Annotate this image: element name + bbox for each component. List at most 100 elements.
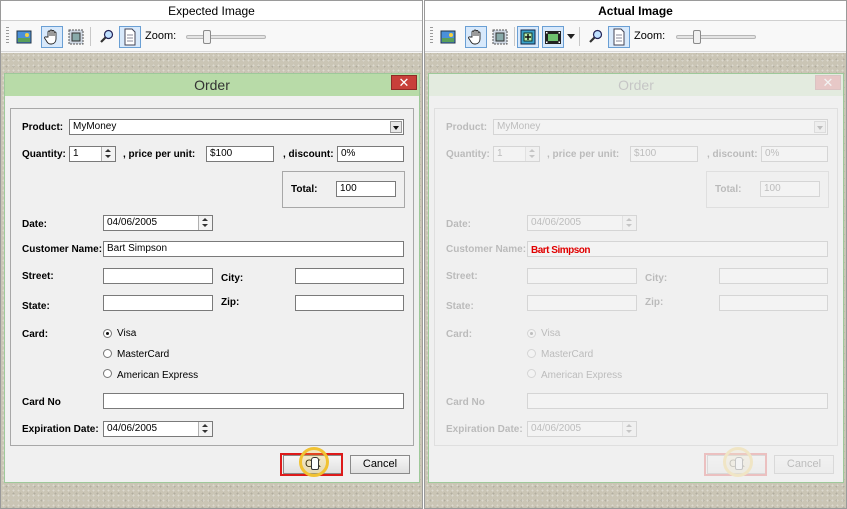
spin-arrows-icon[interactable] (198, 216, 212, 230)
zoom-magnifier-icon[interactable] (95, 26, 117, 48)
expiration-date-value: 04/06/2005 (107, 423, 158, 434)
state-label: State: (22, 301, 50, 312)
street-field[interactable] (527, 268, 637, 284)
spin-arrows-icon[interactable] (101, 147, 115, 161)
zoom-slider-thumb[interactable] (203, 30, 211, 44)
radio-visa[interactable] (103, 329, 112, 338)
street-label: Street: (22, 271, 54, 282)
expiration-date-value: 04/06/2005 (531, 423, 582, 434)
total-field[interactable]: 100 (336, 181, 396, 197)
date-label: Date: (22, 219, 48, 230)
total-field[interactable]: 100 (760, 181, 820, 197)
state-field[interactable] (527, 295, 637, 311)
discount-field[interactable]: 0% (337, 146, 404, 162)
cancel-button-label: Cancel (362, 458, 398, 470)
date-picker[interactable]: 04/06/2005 (527, 215, 637, 231)
radio-american-express[interactable] (527, 369, 536, 378)
spin-arrows-icon[interactable] (622, 216, 636, 230)
street-field[interactable] (103, 268, 213, 284)
zoom-magnifier-icon[interactable] (584, 26, 606, 48)
chevron-down-icon[interactable] (814, 121, 826, 133)
card-no-field[interactable] (103, 393, 404, 409)
zoom-slider[interactable] (676, 30, 756, 44)
hand-icon[interactable] (41, 26, 63, 48)
spin-arrows-icon[interactable] (622, 422, 636, 436)
image-icon[interactable] (13, 26, 35, 48)
hand-icon[interactable] (465, 26, 487, 48)
image-icon[interactable] (437, 26, 459, 48)
toolbar-grip[interactable] (430, 27, 433, 45)
select-region-icon[interactable] (65, 26, 87, 48)
zoom-slider[interactable] (186, 30, 266, 44)
dialog-title: Order (194, 77, 230, 93)
spin-arrows-icon[interactable] (198, 422, 212, 436)
total-label: Total: (715, 184, 742, 195)
cancel-button[interactable]: Cancel (774, 455, 834, 474)
card-no-field[interactable] (527, 393, 828, 409)
date-value: 04/06/2005 (107, 217, 158, 228)
customer-name-diff-text: Bart Simpson (531, 245, 591, 256)
quantity-value: 1 (497, 148, 503, 159)
page-icon[interactable] (119, 26, 141, 48)
price-value: $100 (634, 148, 657, 159)
toolbar-grip[interactable] (6, 27, 9, 45)
street-label: Street: (446, 271, 478, 282)
discount-field[interactable]: 0% (761, 146, 828, 162)
radio-visa-label: Visa (117, 328, 137, 339)
order-dialog: Order ✕ Product: MyMoney Quantity: 1 , p… (428, 73, 844, 483)
price-field[interactable]: $100 (630, 146, 698, 162)
quantity-stepper[interactable]: 1 (69, 146, 116, 162)
pane-title: Actual Image (425, 1, 846, 21)
zoom-slider-thumb[interactable] (693, 30, 701, 44)
chevron-down-icon[interactable] (390, 121, 402, 133)
expiration-date-picker[interactable]: 04/06/2005 (103, 421, 213, 437)
discount-label: , discount: (707, 149, 758, 160)
radio-mastercard[interactable] (103, 349, 112, 358)
radio-visa[interactable] (527, 329, 536, 338)
expiration-date-picker[interactable]: 04/06/2005 (527, 421, 637, 437)
expected-image-pane: Expected Image Zoom: Order ✕ Product: My… (0, 0, 423, 509)
toolbar-separator (90, 27, 91, 46)
zip-field[interactable] (295, 295, 404, 311)
product-combobox[interactable]: MyMoney (493, 119, 828, 135)
price-value: $100 (210, 148, 233, 159)
close-button[interactable]: ✕ (815, 75, 841, 90)
page-icon[interactable] (608, 26, 630, 48)
cancel-button[interactable]: Cancel (350, 455, 410, 474)
faded-dialog-layer: Order ✕ Product: MyMoney Quantity: 1 , p… (429, 74, 843, 482)
zip-field[interactable] (719, 295, 828, 311)
product-combobox[interactable]: MyMoney (69, 119, 404, 135)
customer-name-field[interactable]: Bart Simpson (103, 241, 404, 257)
quantity-stepper[interactable]: 1 (493, 146, 540, 162)
product-label: Product: (22, 122, 64, 133)
zoom-label: Zoom: (634, 30, 666, 42)
order-form-panel: Product: MyMoney Quantity: 1 , price per… (434, 108, 838, 446)
chevron-down-icon[interactable] (567, 34, 575, 39)
radio-mastercard[interactable] (527, 349, 536, 358)
quantity-label: Quantity: (22, 149, 66, 160)
radio-american-express[interactable] (103, 369, 112, 378)
close-button[interactable]: ✕ (391, 75, 417, 90)
total-group: Total: 100 (282, 171, 405, 208)
city-label: City: (221, 273, 244, 284)
city-field[interactable] (719, 268, 828, 284)
total-label: Total: (291, 184, 318, 195)
card-label: Card: (446, 329, 473, 340)
filmstrip-icon[interactable] (542, 26, 564, 48)
zoom-in-icon[interactable] (517, 26, 539, 48)
price-field[interactable]: $100 (206, 146, 274, 162)
viewer-toolbar: Zoom: (425, 21, 846, 52)
mouse-pointer-icon (299, 447, 329, 477)
customer-name-label: Customer Name: (22, 244, 103, 255)
radio-mastercard-label: MasterCard (117, 349, 170, 360)
customer-name-value: Bart Simpson (107, 243, 168, 254)
date-picker[interactable]: 04/06/2005 (103, 215, 213, 231)
select-region-icon[interactable] (489, 26, 511, 48)
total-value: 100 (764, 183, 781, 194)
order-dialog: Order ✕ Product: MyMoney Quantity: 1 , p… (4, 73, 420, 483)
dialog-title-bar: Order ✕ (5, 74, 419, 96)
product-value: MyMoney (497, 121, 541, 132)
spin-arrows-icon[interactable] (525, 147, 539, 161)
city-field[interactable] (295, 268, 404, 284)
state-field[interactable] (103, 295, 213, 311)
